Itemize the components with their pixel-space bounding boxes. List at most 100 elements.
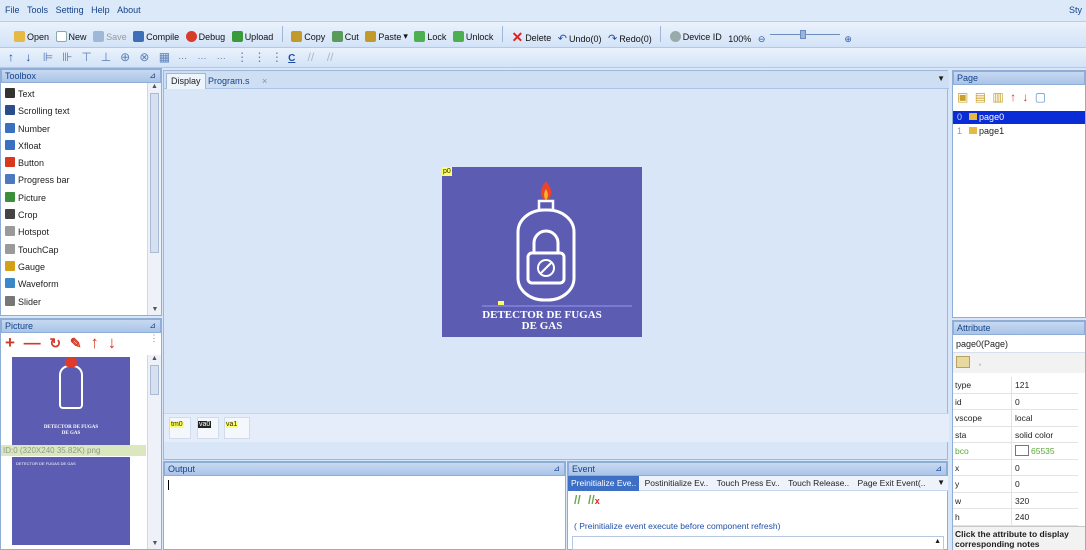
attribute-value[interactable]: 65535 (1011, 443, 1055, 459)
menu-setting[interactable]: Setting (56, 0, 84, 20)
space-h2-icon[interactable]: ⋯ (197, 53, 213, 64)
sort-alpha-icon[interactable]: ◔ (977, 360, 989, 372)
add-picture-icon[interactable]: + (5, 333, 17, 352)
toolbox-scrollbar[interactable]: ▲ ▼ (147, 83, 161, 315)
panel-grip-icon[interactable]: ⋮ (147, 333, 161, 355)
center-align-button[interactable]: C (288, 53, 304, 64)
add-page-icon[interactable]: ▣ (957, 90, 968, 104)
tab-touch-release[interactable]: Touch Release.. (785, 476, 852, 491)
edit-picture-icon[interactable]: ✎ (70, 335, 84, 351)
move-page-down-icon[interactable]: ↓ (1022, 90, 1028, 104)
scroll-down-icon[interactable]: ▼ (148, 306, 162, 313)
component-va0[interactable]: va0 (197, 417, 219, 439)
align-left-icon[interactable]: ⊫ (43, 50, 59, 64)
space-h3-icon[interactable]: ⋯ (217, 53, 233, 64)
new-button[interactable]: New (54, 29, 89, 45)
delete-button[interactable]: ✕ Delete (509, 29, 553, 46)
menu-about[interactable]: About (117, 0, 141, 20)
attribute-value[interactable]: solid color (1011, 426, 1053, 443)
move-down-icon[interactable]: ↓ (25, 50, 39, 64)
tab-touch-press[interactable]: Touch Press Ev.. (714, 476, 783, 491)
attribute-value[interactable]: 0 (1011, 476, 1020, 492)
copy-button[interactable]: Copy (289, 29, 327, 45)
scroll-down-icon[interactable]: ▼ (148, 540, 162, 547)
attribute-value[interactable]: 240 (1011, 509, 1029, 525)
toolbox-item-11[interactable]: Waveform (1, 276, 145, 293)
menu-file[interactable]: File (5, 0, 20, 20)
comment-icon[interactable]: // (574, 493, 581, 507)
tab-program[interactable]: Program.s (208, 74, 250, 88)
upload-button[interactable]: Upload (230, 29, 276, 45)
center-v-icon[interactable]: ⊗ (139, 50, 155, 64)
device-id-button[interactable]: Device ID (668, 29, 724, 45)
color-swatch[interactable] (1015, 445, 1029, 456)
center-h-icon[interactable]: ⊕ (120, 50, 136, 64)
move-down-picture-icon[interactable]: ↓ (108, 333, 119, 352)
attribute-value[interactable]: 121 (1011, 377, 1029, 393)
toolbox-item-8[interactable]: Hotspot (1, 224, 145, 241)
align-bottom-icon[interactable]: ⊥ (101, 50, 117, 64)
tab-preinitialize[interactable]: Preinitialize Eve.. (568, 476, 640, 491)
toolbox-item-6[interactable]: Picture (1, 190, 145, 207)
tabs-dropdown-icon[interactable]: ▼ (937, 74, 945, 83)
undo-button[interactable]: ↶ Undo(0) (556, 31, 604, 47)
toolbox-scroll-thumb[interactable] (150, 93, 159, 253)
component-tm0[interactable]: tm0 (169, 417, 191, 439)
picture-thumbnail-0[interactable]: DETECTOR DE FUGAS DE GAS (12, 357, 130, 445)
script-icon[interactable]: // (308, 50, 324, 64)
copy-page-icon[interactable]: ▢ (1035, 90, 1046, 104)
space-v-icon[interactable]: ⋮ (236, 50, 250, 64)
lock-button[interactable]: Lock (412, 29, 448, 45)
attribute-row-w[interactable]: w 320 (953, 492, 1078, 509)
script-clear-icon[interactable]: // (327, 50, 343, 64)
zoom-in-button[interactable]: ⊕ (842, 32, 854, 48)
toolbox-item-5[interactable]: Progress bar (1, 172, 145, 189)
space-v3-icon[interactable]: ⋮ (271, 50, 285, 64)
pin-icon[interactable]: ⊿ (149, 70, 156, 82)
picture-scroll-thumb[interactable] (150, 365, 159, 395)
pin-icon[interactable]: ⊿ (553, 463, 560, 475)
attribute-row-y[interactable]: y0 (953, 476, 1078, 493)
page-list-item-1[interactable]: 1 page1 (953, 125, 1085, 138)
tab-page-exit[interactable]: Page Exit Event(.. (854, 476, 928, 491)
event-code-editor[interactable]: ▲ (572, 536, 944, 550)
toolbox-item-12[interactable]: Slider (1, 294, 145, 311)
pin-icon[interactable]: ⊿ (935, 463, 942, 475)
scroll-up-icon[interactable]: ▲ (934, 538, 941, 545)
attribute-value[interactable]: 320 (1011, 492, 1029, 509)
style-menu[interactable]: Sty (1069, 0, 1082, 20)
unlock-button[interactable]: Unlock (451, 29, 496, 45)
menu-tools[interactable]: Tools (27, 0, 48, 20)
picture-scrollbar[interactable]: ▲ ▼ (147, 355, 161, 549)
toolbox-item-9[interactable]: TouchCap (1, 242, 145, 259)
sort-category-icon[interactable] (956, 356, 970, 368)
move-page-up-icon[interactable]: ↑ (1010, 90, 1016, 104)
open-button[interactable]: Open (12, 29, 51, 45)
toolbox-item-2[interactable]: Number (1, 121, 145, 138)
move-up-icon[interactable]: ↑ (8, 50, 22, 64)
redo-button[interactable]: ↷ Redo(0) (606, 31, 654, 47)
pin-icon[interactable]: ⊿ (149, 320, 156, 332)
toolbox-item-1[interactable]: Scrolling text (1, 103, 145, 120)
remove-picture-icon[interactable]: — (24, 333, 43, 352)
attribute-row-sta[interactable]: sta solid color (953, 426, 1078, 443)
output-text-area[interactable] (164, 476, 564, 550)
toolbox-item-0[interactable]: Text (1, 86, 145, 103)
cut-button[interactable]: Cut (330, 29, 361, 45)
delete-page-icon[interactable]: ▤ (975, 90, 986, 104)
toolbox-item-4[interactable]: Button (1, 155, 145, 172)
zoom-slider[interactable] (769, 26, 840, 42)
uncomment-icon[interactable]: // (588, 493, 595, 507)
attribute-row-type[interactable]: type 121 (953, 377, 1078, 394)
attribute-row-h[interactable]: h 240 (953, 509, 1078, 526)
menu-help[interactable]: Help (91, 0, 110, 20)
toolbox-item-10[interactable]: Gauge (1, 259, 145, 276)
toolbox-item-3[interactable]: Xfloat (1, 138, 145, 155)
scroll-up-icon[interactable]: ▲ (148, 83, 161, 90)
insert-page-icon[interactable]: ▥ (992, 90, 1003, 104)
close-tab-icon[interactable]: × (262, 74, 267, 88)
attribute-value[interactable]: 0 (1011, 393, 1020, 410)
tab-display[interactable]: Display (166, 73, 206, 89)
compile-button[interactable]: Compile (131, 29, 181, 45)
tab-postinitialize[interactable]: Postinitialize Ev.. (642, 476, 712, 491)
